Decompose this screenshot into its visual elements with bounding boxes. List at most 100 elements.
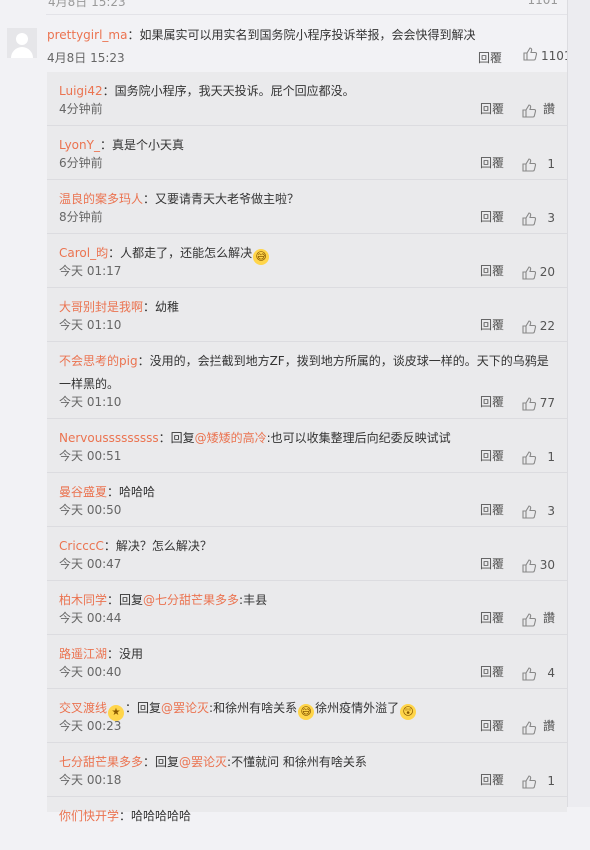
reply-list: Luigi42：国务院小程序，我天天投诉。屁个回应都没。 4分钟前 回覆讚 LyonY… [47, 72, 567, 823]
like-count: 4 [547, 666, 555, 680]
previous-comment-likes: 1101 [527, 0, 558, 7]
thumbs-up-icon[interactable] [521, 774, 537, 790]
reply-time: 6分钟前 [59, 156, 103, 170]
like-count: 讚 [542, 719, 555, 733]
thumbs-up-icon[interactable] [521, 612, 537, 628]
reply-button[interactable]: 回覆 [480, 316, 504, 333]
reply-text: Luigi42：国务院小程序，我天天投诉。屁个回应都没。 [59, 80, 553, 103]
like-count: 77 [539, 396, 555, 410]
reply-button[interactable]: 回覆 [480, 100, 504, 117]
thumbs-up-icon[interactable] [521, 157, 537, 173]
reply-button[interactable]: 回覆 [480, 717, 504, 734]
reply-username[interactable]: 温良的案多玛人 [59, 192, 143, 206]
reply-time: 今天 00:50 [59, 503, 122, 517]
reply-body: ：人都走了，还能怎么解决 [108, 246, 253, 260]
reply-username[interactable]: 你们快开学 [59, 809, 119, 823]
reply-button[interactable]: 回覆 [480, 501, 504, 518]
reply-button[interactable]: 回覆 [480, 262, 504, 279]
reply-time: 今天 01:10 [59, 318, 122, 332]
reply-username[interactable]: 柏木同学 [59, 593, 107, 607]
like-count: 1 [547, 157, 555, 171]
reply-text: 大哥别封是我啊：幼稚 [59, 296, 553, 319]
reply-item: Carol_昀：人都走了，还能怎么解决 😅 今天 01:17 回覆 20 [47, 234, 567, 288]
reply-item: 七分甜芒果多多：回复@罢论灭:不懂就问 和徐州有啥关系 今天 00:18 回覆 1 [47, 743, 567, 797]
reply-body: ：解决？怎么解决？ [103, 539, 212, 553]
reply-username[interactable]: 曼谷盛夏 [59, 485, 107, 499]
comment-username[interactable]: prettygirl_ma [47, 28, 127, 42]
reply-username[interactable]: 不会思考的pig [59, 354, 138, 368]
reply-button[interactable]: 回覆 [480, 208, 504, 225]
reply-button[interactable]: 回覆 [480, 393, 504, 410]
reply-time: 今天 00:51 [59, 449, 122, 463]
scrollbar[interactable] [567, 0, 590, 807]
reply-button[interactable]: 回覆 [480, 154, 504, 171]
reply-item: 不会思考的pig：没用的，会拦截到地方ZF，拨到地方所属的，谈皮球一样的。天下的… [47, 342, 567, 419]
thumbs-up-icon[interactable] [521, 504, 537, 520]
reply-text: 柏木同学：回复@七分甜芒果多多:丰县 [59, 589, 553, 612]
reply-text: 温良的案多玛人：又要请青天大老爷做主啦？ [59, 188, 553, 211]
reply-username[interactable]: Carol_昀 [59, 246, 108, 260]
reply-body: ：回复 [158, 431, 195, 445]
reply-username[interactable]: CricccC [59, 539, 104, 553]
reply-username[interactable]: 七分甜芒果多多 [59, 755, 143, 769]
reply-username[interactable]: LyonY_ [59, 138, 100, 152]
reply-body-cont: :和徐州有啥关系 [209, 701, 298, 715]
reply-username[interactable]: Luigi42 [59, 84, 103, 98]
reply-username[interactable]: Nervousssssssss [59, 431, 159, 445]
thumbs-up-icon[interactable] [521, 666, 537, 682]
reply-username[interactable]: 大哥别封是我啊 [59, 300, 143, 314]
like-count: 1 [547, 450, 555, 464]
reply-item: Nervousssssssss：回复@矮矮的高冷:也可以收集整理后向纪委反映试试… [47, 419, 567, 473]
thumbs-up-icon[interactable] [521, 265, 537, 281]
reply-text: CricccC：解决？怎么解决？ [59, 535, 553, 558]
reply-text: 不会思考的pig：没用的，会拦截到地方ZF，拨到地方所属的，谈皮球一样的。天下的… [59, 350, 553, 396]
reply-button[interactable]: 回覆 [478, 49, 502, 66]
thumbs-up-icon[interactable] [521, 720, 537, 736]
mention-link[interactable]: @罢论灭 [179, 755, 227, 769]
emoji-icon: 😅 [298, 704, 315, 720]
reply-button[interactable]: 回覆 [480, 555, 504, 572]
reply-button[interactable]: 回覆 [480, 447, 504, 464]
like-count: 22 [539, 319, 555, 333]
thumbs-up-icon[interactable] [521, 450, 537, 466]
like-count: 讚 [542, 102, 555, 116]
mention-link[interactable]: @矮矮的高冷 [195, 431, 267, 445]
reply-text: Carol_昀：人都走了，还能怎么解决 😅 [59, 242, 553, 265]
previous-comment-time: 4月8日 15:23 [48, 0, 126, 9]
thumbs-up-icon[interactable] [521, 211, 537, 227]
reply-time: 今天 00:23 [59, 719, 122, 733]
reply-username[interactable]: 交叉渡线 [59, 701, 107, 715]
reply-body: ：回复 [125, 701, 162, 715]
reply-time: 今天 00:44 [59, 611, 122, 625]
reply-button[interactable]: 回覆 [480, 609, 504, 626]
reply-item: 路遥江湖：没用 今天 00:40 回覆 4 [47, 635, 567, 689]
thumbs-up-icon[interactable] [521, 558, 537, 574]
reply-body: ：又要请青天大老爷做主啦？ [143, 192, 300, 206]
comment-text: ：如果属实可以用实名到国务院小程序投诉举报，会会快得到解决 [127, 28, 476, 42]
emoji-icon: 😲 [400, 704, 417, 720]
reply-username[interactable]: 路遥江湖 [59, 647, 107, 661]
reply-body-cont: :不懂就问 和徐州有啥关系 [227, 755, 367, 769]
reply-time: 今天 00:40 [59, 665, 122, 679]
thumbs-up-icon[interactable] [521, 319, 537, 335]
reply-button[interactable]: 回覆 [480, 663, 504, 680]
reply-time: 今天 01:17 [59, 264, 122, 278]
reply-item: 你们快开学：哈哈哈哈哈 [47, 797, 567, 850]
thumbs-up-icon[interactable] [522, 46, 538, 62]
thumbs-up-icon[interactable] [521, 396, 537, 412]
reply-item: CricccC：解决？怎么解决？ 今天 00:47 回覆 30 [47, 527, 567, 581]
reply-item: LyonY_：真是个小天真 6分钟前 回覆 1 [47, 126, 567, 180]
reply-time: 4分钟前 [59, 102, 103, 116]
reply-button[interactable]: 回覆 [480, 771, 504, 788]
mention-link[interactable]: @罢论灭 [161, 701, 209, 715]
like-count: 1 [547, 774, 555, 788]
mention-link[interactable]: @七分甜芒果多多 [143, 593, 239, 607]
main-comment: prettygirl_ma：如果属实可以用实名到国务院小程序投诉举报，会会快得到… [0, 14, 572, 74]
reply-time: 今天 01:10 [59, 395, 122, 409]
reply-body: ：没用 [107, 647, 144, 661]
reply-body: ：国务院小程序，我天天投诉。屁个回应都没。 [102, 84, 355, 98]
reply-text: 路遥江湖：没用 [59, 643, 553, 666]
thumbs-up-icon[interactable] [521, 103, 537, 119]
previous-comment-footer: 4月8日 15:23 1101 [46, 0, 568, 15]
avatar[interactable] [7, 28, 37, 58]
